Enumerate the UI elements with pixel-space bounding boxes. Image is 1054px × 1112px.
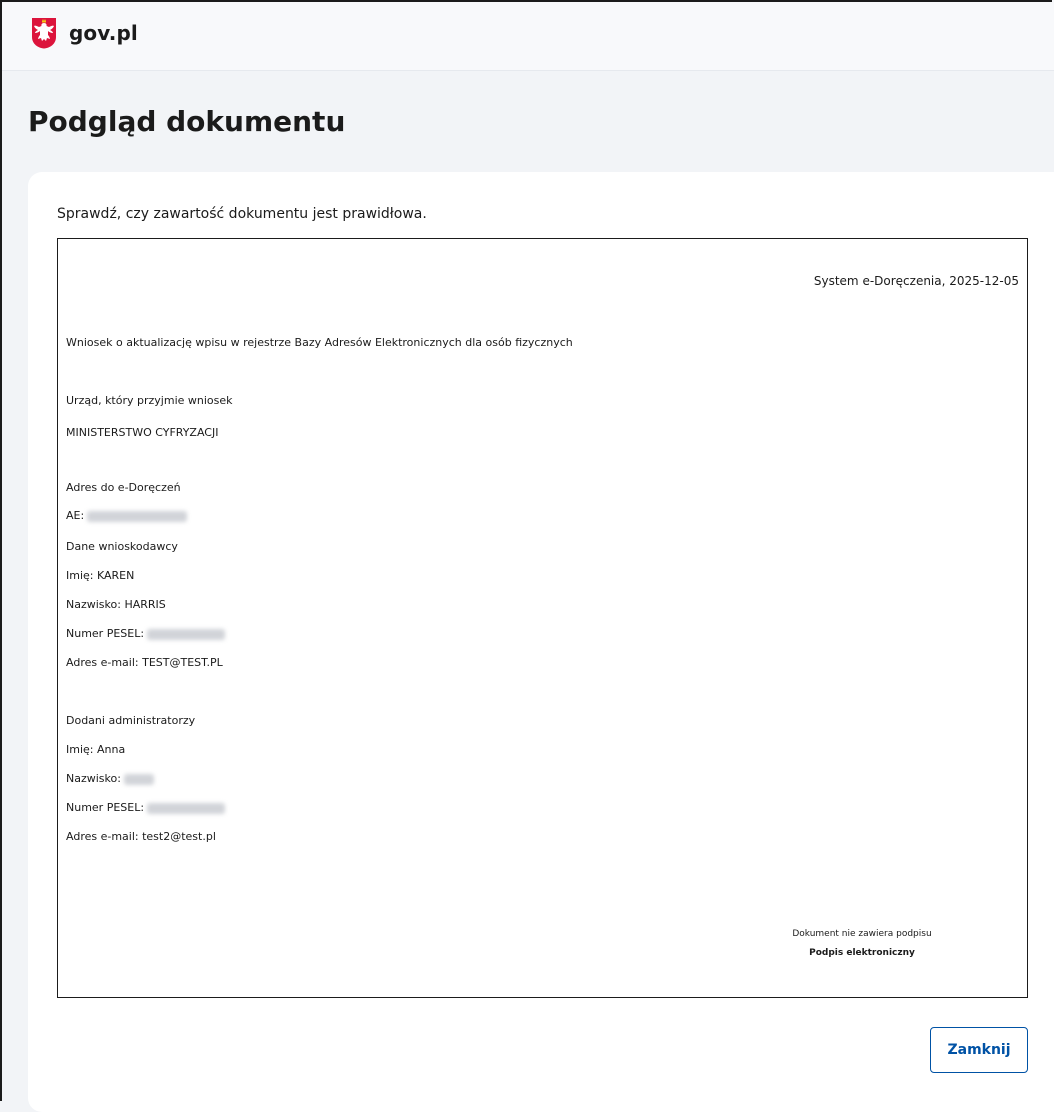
- redacted-applicant-pesel: [147, 628, 226, 640]
- document-preview[interactable]: System e-Doręczenia, 2025-12-05 Wniosek …: [57, 238, 1028, 998]
- top-bar: gov.pl: [0, 0, 1054, 71]
- close-button[interactable]: Zamknij: [930, 1027, 1028, 1073]
- admins-label: Dodani administratorzy: [66, 714, 196, 727]
- admin-surname-label: Nazwisko:: [66, 772, 121, 785]
- page-title: Podgląd dokumentu: [28, 105, 346, 138]
- admin-surname-line: Nazwisko:: [66, 772, 154, 785]
- logo-text: gov.pl: [69, 21, 138, 45]
- polish-eagle-emblem-icon: [32, 18, 56, 49]
- redacted-ae-value: [87, 510, 188, 522]
- redacted-admin-pesel: [147, 802, 226, 814]
- admin-pesel-line: Numer PESEL:: [66, 801, 226, 814]
- gov-logo[interactable]: gov.pl: [31, 17, 138, 49]
- office-label: Urząd, który przyjmie wniosek: [66, 394, 233, 407]
- applicant-pesel-line: Numer PESEL:: [66, 627, 226, 640]
- ae-line: AE:: [66, 509, 188, 522]
- system-date: System e-Doręczenia, 2025-12-05: [813, 274, 1019, 288]
- applicant-email: Adres e-mail: TEST@TEST.PL: [66, 656, 223, 669]
- applicant-name: Imię: KAREN: [66, 569, 135, 582]
- applicant-surname: Nazwisko: HARRIS: [66, 598, 166, 611]
- request-title: Wniosek o aktualizację wpisu w rejestrze…: [66, 336, 573, 349]
- admin-pesel-label: Numer PESEL:: [66, 801, 145, 814]
- applicant-label: Dane wnioskodawcy: [66, 540, 178, 553]
- ae-label: AE:: [66, 509, 85, 522]
- signature-label: Podpis elektroniczny: [809, 948, 915, 958]
- address-label: Adres do e-Doręczeń: [66, 481, 181, 494]
- applicant-pesel-label: Numer PESEL:: [66, 627, 145, 640]
- signature-note: Dokument nie zawiera podpisu: [792, 929, 932, 939]
- admin-name: Imię: Anna: [66, 743, 126, 756]
- office-value: MINISTERSTWO CYFRYZACJI: [66, 426, 219, 439]
- instruction-text: Sprawdź, czy zawartość dokumentu jest pr…: [57, 206, 427, 222]
- admin-email: Adres e-mail: test2@test.pl: [66, 830, 216, 843]
- redacted-admin-surname: [123, 773, 154, 785]
